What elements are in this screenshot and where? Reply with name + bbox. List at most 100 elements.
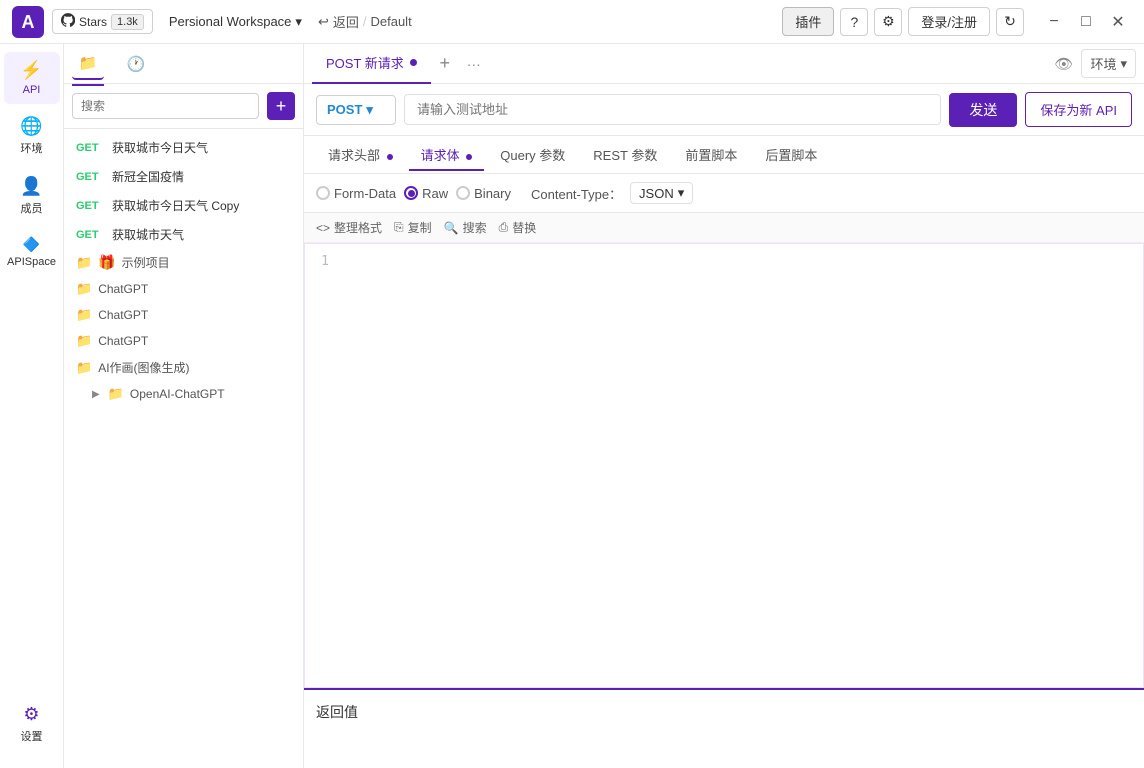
folder-icon: 📁 bbox=[76, 255, 92, 271]
list-item[interactable]: GET 获取城市今日天气 Copy bbox=[64, 191, 303, 220]
binary-radio bbox=[456, 186, 470, 200]
binary-option[interactable]: Binary bbox=[456, 186, 511, 201]
folder-label: ChatGPT bbox=[98, 282, 148, 296]
help-button[interactable]: ? bbox=[840, 8, 868, 36]
folder-item[interactable]: 📁 ChatGPT bbox=[64, 328, 303, 354]
tab-rest-params[interactable]: REST 参数 bbox=[581, 139, 669, 170]
plugin-button[interactable]: 插件 bbox=[782, 7, 834, 36]
api-item-label: 获取城市天气 bbox=[112, 226, 184, 243]
line-number-1: 1 bbox=[305, 254, 341, 269]
method-badge: GET bbox=[76, 229, 106, 241]
body-dot bbox=[466, 154, 472, 160]
list-item[interactable]: GET 获取城市今日天气 bbox=[64, 133, 303, 162]
panel-tab-folder[interactable]: 📁 bbox=[72, 48, 104, 80]
environment-select[interactable]: 环境 ▾ bbox=[1081, 49, 1136, 78]
list-item[interactable]: GET 新冠全国疫情 bbox=[64, 162, 303, 191]
sidebar-item-api[interactable]: ⚡ API bbox=[4, 52, 60, 104]
settings-icon: ⚙ bbox=[23, 704, 39, 725]
tab-query-params[interactable]: Query 参数 bbox=[488, 139, 577, 170]
sidebar-item-api-label: API bbox=[23, 84, 41, 96]
sidebar-item-env[interactable]: 🌐 环境 bbox=[4, 108, 60, 164]
tab-post-label: 后置脚本 bbox=[765, 148, 817, 163]
more-tabs-button[interactable]: ··· bbox=[459, 56, 489, 72]
sidebar-item-members[interactable]: 👤 成员 bbox=[4, 168, 60, 224]
form-data-label: Form-Data bbox=[334, 186, 396, 201]
expand-icon: ▶ bbox=[92, 389, 100, 400]
replace-button[interactable]: ⎙ 替换 bbox=[499, 219, 537, 236]
search-button[interactable]: 🔍 搜索 bbox=[444, 219, 487, 236]
folder-item-nested[interactable]: ▶ 📁 OpenAI-ChatGPT bbox=[64, 381, 303, 407]
folder-item[interactable]: 📁 🎁 示例项目 bbox=[64, 249, 303, 276]
workspace-dropdown-icon: ▾ bbox=[295, 14, 302, 30]
list-item[interactable]: GET 获取城市天气 bbox=[64, 220, 303, 249]
history-tab-icon: 🕐 bbox=[127, 55, 146, 73]
help-icon: ? bbox=[850, 14, 858, 30]
refresh-button[interactable]: ↻ bbox=[996, 8, 1024, 36]
settings-button[interactable]: ⚙ bbox=[874, 8, 902, 36]
tab-request-headers[interactable]: 请求头部 bbox=[316, 139, 405, 170]
format-button[interactable]: <> 整理格式 bbox=[316, 219, 382, 236]
add-tab-button[interactable]: + bbox=[431, 50, 459, 78]
sidebar-item-settings[interactable]: ⚙ 设置 bbox=[4, 696, 60, 752]
body-options: Form-Data Raw Binary Content-Type： JSON … bbox=[304, 174, 1144, 213]
tab-request-body[interactable]: 请求体 bbox=[409, 139, 485, 170]
minimize-button[interactable]: − bbox=[1040, 8, 1068, 36]
method-label: POST bbox=[327, 102, 362, 117]
content-type-label: Content-Type： bbox=[531, 184, 622, 203]
method-badge: GET bbox=[76, 200, 106, 212]
folder-emoji: 🎁 bbox=[98, 254, 115, 271]
workspace-selector[interactable]: Persional Workspace ▾ bbox=[161, 10, 310, 34]
folder-label: AI作画(图像生成) bbox=[98, 359, 189, 376]
login-button[interactable]: 登录/注册 bbox=[908, 7, 990, 36]
url-bar: POST ▾ 发送 保存为新 API bbox=[304, 84, 1144, 136]
raw-radio bbox=[404, 186, 418, 200]
tab-pre-script[interactable]: 前置脚本 bbox=[673, 139, 749, 170]
method-badge: GET bbox=[76, 171, 106, 183]
left-panel: 📁 🕐 + GET 获取城市今日天气 GET 新冠全国疫情 GET 获取城市今日… bbox=[64, 44, 304, 768]
copy-button[interactable]: ⎘ 复制 bbox=[394, 219, 432, 236]
add-item-button[interactable]: + bbox=[267, 92, 295, 120]
raw-label: Raw bbox=[422, 186, 448, 201]
maximize-button[interactable]: □ bbox=[1072, 8, 1100, 36]
main-layout: ⚡ API 🌐 环境 👤 成员 🔷 APISpace ⚙ 设置 📁 bbox=[0, 44, 1144, 768]
folder-icon: 📁 bbox=[76, 360, 92, 376]
folder-icon: 📁 bbox=[76, 333, 92, 349]
headers-dot bbox=[387, 154, 393, 160]
github-stars-count: 1.3k bbox=[111, 14, 144, 30]
format-label: 整理格式 bbox=[334, 219, 382, 236]
api-tree: GET 获取城市今日天气 GET 新冠全国疫情 GET 获取城市今日天气 Cop… bbox=[64, 129, 303, 768]
copy-icon: ⎘ bbox=[394, 220, 404, 235]
close-button[interactable]: ✕ bbox=[1104, 8, 1132, 36]
tab-bar-right: 👁 环境 ▾ bbox=[1054, 49, 1136, 78]
svg-text:A: A bbox=[22, 12, 35, 32]
request-tabs-bar: POST 新请求 + ··· 👁 环境 ▾ bbox=[304, 44, 1144, 84]
members-icon: 👤 bbox=[20, 176, 42, 197]
panel-tab-history[interactable]: 🕐 bbox=[120, 48, 152, 80]
github-stars-btn[interactable]: Stars 1.3k bbox=[52, 9, 153, 34]
url-input[interactable] bbox=[404, 94, 941, 125]
send-button[interactable]: 发送 bbox=[949, 93, 1017, 127]
save-api-button[interactable]: 保存为新 API bbox=[1025, 92, 1132, 127]
raw-option[interactable]: Raw bbox=[404, 186, 448, 201]
content-type-select[interactable]: JSON ▾ bbox=[630, 182, 693, 204]
folder-icon: 📁 bbox=[108, 386, 124, 402]
search-label: 搜索 bbox=[463, 219, 487, 236]
replace-icon: ⎙ bbox=[499, 220, 509, 235]
form-data-option[interactable]: Form-Data bbox=[316, 186, 396, 201]
folder-item[interactable]: 📁 ChatGPT bbox=[64, 276, 303, 302]
api-icon: ⚡ bbox=[20, 60, 42, 81]
search-input[interactable] bbox=[72, 93, 259, 119]
folder-item[interactable]: 📁 AI作画(图像生成) bbox=[64, 354, 303, 381]
preview-icon[interactable]: 👁 bbox=[1054, 55, 1073, 73]
sidebar-bottom: ⚙ 设置 bbox=[4, 696, 60, 768]
request-tab-active[interactable]: POST 新请求 bbox=[312, 44, 431, 84]
req-config-tabs: 请求头部 请求体 Query 参数 REST 参数 前置脚本 后置脚本 bbox=[304, 136, 1144, 174]
request-tab-label: POST 新请求 bbox=[326, 53, 404, 72]
tab-post-script[interactable]: 后置脚本 bbox=[753, 139, 829, 170]
folder-item[interactable]: 📁 ChatGPT bbox=[64, 302, 303, 328]
back-button[interactable]: ↩ 返回 bbox=[318, 12, 359, 31]
tab-query-label: Query 参数 bbox=[500, 148, 565, 163]
method-select[interactable]: POST ▾ bbox=[316, 95, 396, 125]
editor-area[interactable]: 1 bbox=[304, 243, 1144, 688]
sidebar-item-apispace[interactable]: 🔷 APISpace bbox=[4, 228, 60, 276]
